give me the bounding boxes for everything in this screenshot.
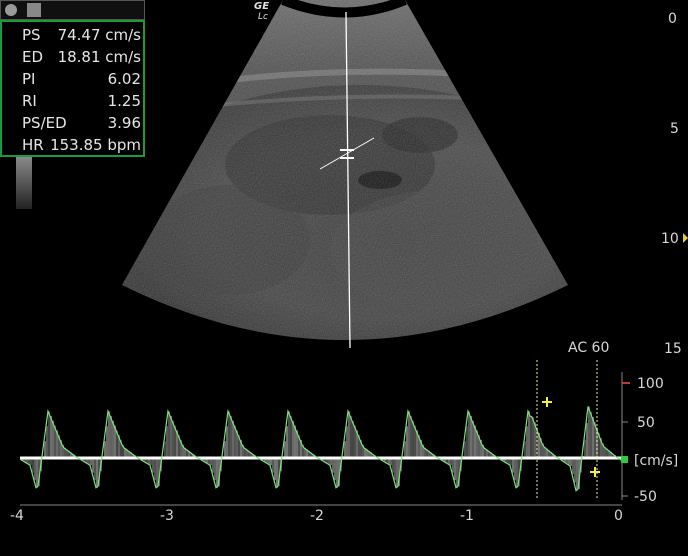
spectrum-column [348,411,350,458]
spectrum-column [276,458,278,488]
spectrum-column [334,458,336,480]
spectrum-column [516,458,518,488]
spectrum-column [346,426,348,458]
spectrum-column [34,458,36,480]
depth-tick: 15 [664,341,682,357]
spectrum-column [530,416,532,458]
velocity-unit: [cm/s] [634,453,678,469]
time-tick: -2 [310,508,324,524]
focus-marker-icon [683,233,688,243]
spectrum-column [48,411,50,458]
spectrum-column [586,423,588,458]
probe-label: Lc [258,12,268,22]
spectrum-column [392,458,394,473]
spectrum-column [410,416,412,458]
spectrum-column [528,411,530,458]
spectrum-column [226,426,228,458]
spectrum-column [108,411,110,458]
spectrum-column [164,441,166,458]
spectrum-column [394,458,396,480]
time-tick: -1 [460,508,474,524]
spectrum-column [36,458,38,488]
spectrum-column [286,426,288,458]
spectrum-column [524,441,526,458]
spectrum-column [212,458,214,473]
spectrum-column [46,426,48,458]
time-tick: 0 [614,508,623,524]
spectrum-column [274,458,276,480]
spectrum-column [50,416,52,458]
spectrum-column [584,440,586,458]
spectrum-column [514,458,516,480]
velocity-scale: 100 50 -50 [cm/s] [621,372,678,505]
b-mode-sector [110,0,610,360]
spectrum-column [526,426,528,458]
spectrum-column [166,426,168,458]
spectrum-column [512,458,514,473]
spectrum-column [452,458,454,473]
velocity-tick: -50 [634,489,657,505]
spectrum-column [404,441,406,458]
depth-tick: 10 [661,231,679,247]
spectrum-column [572,458,574,474]
spectrum-column [110,416,112,458]
spectrum-column [156,458,158,488]
spectrum-column [396,458,398,488]
spectrum-column [406,426,408,458]
velocity-tick: 50 [637,415,655,431]
spectrum-column [94,458,96,480]
spectrum-column [152,458,154,473]
depth-tick: 0 [668,11,677,27]
spectrum-column [344,441,346,458]
spectrum-column [590,412,592,458]
spectrum-column [576,458,578,491]
spectrum-column [408,411,410,458]
spectrum-column [228,411,230,458]
depth-tick: 5 [670,121,679,137]
spectrum-column [104,441,106,458]
baseline-marker-icon[interactable] [621,456,628,463]
spectrum-column [456,458,458,488]
spectrum-column [466,426,468,458]
preset-label: AC 60 [568,340,609,356]
spectrum-column [216,458,218,488]
spectrum-column [96,458,98,488]
time-tick: -3 [160,508,174,524]
velocity-tick: 100 [637,376,664,392]
spectrum-column [154,458,156,480]
spectrum-column [168,411,170,458]
spectrum-column [470,416,472,458]
spectrum-column [350,416,352,458]
spectrum-column [106,426,108,458]
spectrum-column [332,458,334,473]
spectrum-column [468,411,470,458]
spectrum-column [574,458,576,482]
spectrum-column [92,458,94,473]
ge-logo: GE [254,1,269,12]
spectrum-column [214,458,216,480]
spectrum-column [464,441,466,458]
spectrum-column [230,416,232,458]
time-axis: -4 -3 -2 -1 0 [10,505,623,524]
doppler-spectrum: AC 60 [20,340,624,505]
depth-scale: 0 5 10 15 [661,11,688,357]
spectrum-column [288,411,290,458]
spectrum-column [170,416,172,458]
spectrum-column [224,441,226,458]
spectrum-column [44,441,46,458]
ultrasound-image: GE Lc 0 5 10 15 AC 60 100 50 -50 [cm/s] [0,0,688,556]
spectrum-column [284,441,286,458]
spectrum-column [454,458,456,480]
spectrum-column [272,458,274,473]
spectrum-column [32,458,34,473]
time-tick: -4 [10,508,24,524]
spectrum-column [336,458,338,488]
spectrum-column [588,407,590,458]
spectrum-column [290,416,292,458]
